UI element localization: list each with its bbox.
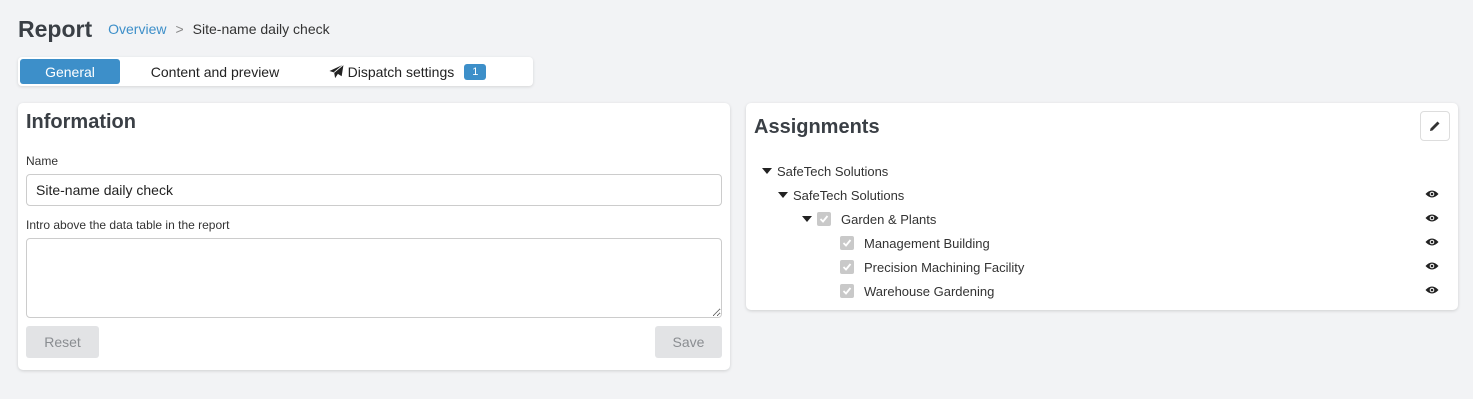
breadcrumb-current: Site-name daily check	[192, 21, 330, 37]
tree-item-label: SafeTech Solutions	[777, 163, 889, 179]
information-title: Information	[26, 111, 136, 133]
caret-down-icon[interactable]	[802, 216, 812, 222]
page-header: Report Overview > Site-name daily check	[18, 14, 330, 44]
save-button[interactable]: Save	[655, 326, 722, 358]
name-input[interactable]	[26, 174, 722, 206]
tree-item-site: Warehouse Gardening	[746, 279, 1458, 303]
edit-assignments-button[interactable]	[1420, 111, 1450, 141]
tree-item-label: Precision Machining Facility	[864, 259, 1025, 275]
check-icon	[819, 215, 829, 223]
tab-general[interactable]: General	[20, 59, 120, 84]
tab-bar: General Content and preview Dispatch set…	[18, 57, 533, 86]
intro-textarea[interactable]	[26, 238, 722, 318]
tree-item-label: Garden & Plants	[841, 211, 937, 227]
name-label: Name	[26, 154, 59, 168]
paper-plane-icon	[329, 64, 344, 79]
reset-button[interactable]: Reset	[26, 326, 99, 358]
tree-checkbox[interactable]	[840, 284, 854, 298]
dispatch-count-badge: 1	[464, 63, 487, 80]
tab-content-label: Content and preview	[150, 63, 280, 80]
page-title: Report	[18, 15, 93, 42]
tree-checkbox[interactable]	[840, 236, 854, 250]
caret-down-icon[interactable]	[778, 192, 788, 198]
tab-content-and-preview[interactable]: Content and preview	[120, 59, 310, 84]
check-icon	[842, 239, 852, 247]
eye-icon[interactable]	[1425, 189, 1439, 199]
assignments-title: Assignments	[754, 116, 880, 138]
tab-dispatch-settings[interactable]: Dispatch settings 1	[310, 59, 505, 84]
check-icon	[842, 287, 852, 295]
tab-general-label: General	[45, 63, 95, 80]
eye-icon[interactable]	[1425, 237, 1439, 247]
tree-item-site: Precision Machining Facility	[746, 255, 1458, 279]
pencil-icon	[1430, 121, 1440, 131]
tree-item-label: SafeTech Solutions	[793, 187, 905, 203]
tab-dispatch-label: Dispatch settings	[347, 63, 455, 80]
tree-checkbox[interactable]	[840, 260, 854, 274]
tree-item-label: Warehouse Gardening	[864, 283, 995, 299]
check-icon	[842, 263, 852, 271]
tree-item-organization: SafeTech Solutions	[746, 183, 1458, 207]
tree-item-site: Management Building	[746, 231, 1458, 255]
tree-checkbox[interactable]	[817, 212, 831, 226]
tree-item-label: Management Building	[864, 235, 990, 251]
intro-label: Intro above the data table in the report	[26, 218, 230, 232]
eye-icon[interactable]	[1425, 261, 1439, 271]
tree-item-group: Garden & Plants	[746, 207, 1458, 231]
eye-icon[interactable]	[1425, 285, 1439, 295]
information-panel: Information Name Intro above the data ta…	[18, 103, 730, 370]
caret-down-icon[interactable]	[762, 168, 772, 174]
tree-item-root: SafeTech Solutions	[746, 159, 1458, 183]
eye-icon[interactable]	[1425, 213, 1439, 223]
assignments-panel: Assignments SafeTech Solutions SafeTech …	[746, 103, 1458, 310]
breadcrumb-overview-link[interactable]: Overview	[108, 21, 166, 37]
breadcrumb-separator: >	[175, 21, 184, 37]
